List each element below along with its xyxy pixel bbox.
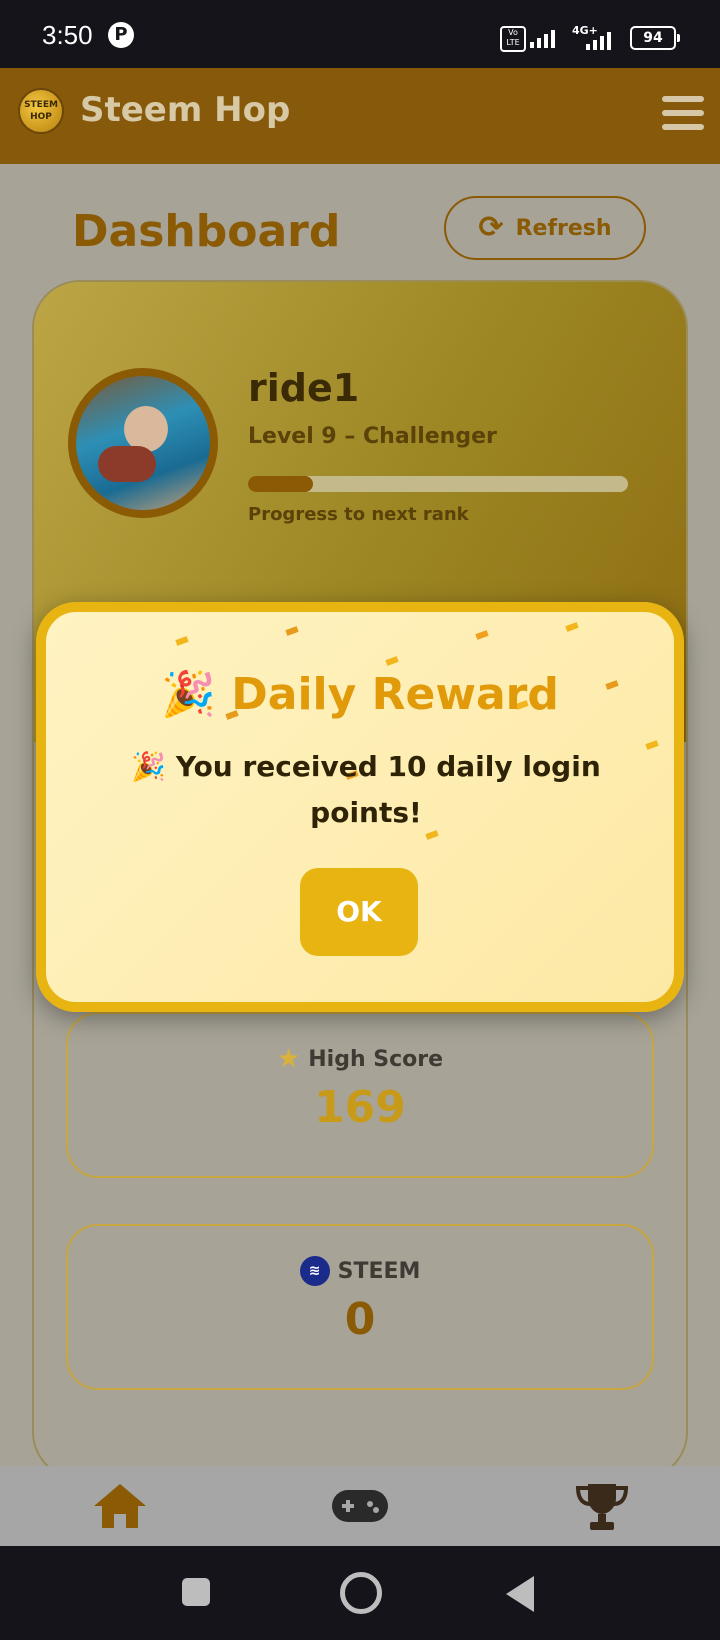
high-score-card: ★ High Score 169: [66, 1012, 654, 1178]
recents-icon[interactable]: [182, 1578, 210, 1606]
modal-message: 🎉 You received 10 daily login points!: [126, 744, 606, 836]
trophy-icon[interactable]: [572, 1480, 632, 1532]
home-icon[interactable]: [90, 1480, 150, 1532]
avatar: [68, 368, 218, 518]
party-popper-icon-small: 🎉: [131, 750, 167, 783]
rank-progress-bar: [248, 476, 628, 492]
steem-icon: ≋: [299, 1256, 330, 1286]
username: ride1: [248, 366, 360, 410]
rank-progress-fill: [248, 476, 313, 492]
app-bar: STEEM HOP Steem Hop: [0, 68, 720, 164]
status-time: 3:50: [42, 20, 93, 50]
star-icon: ★: [276, 1044, 301, 1074]
ok-button[interactable]: OK: [300, 868, 418, 956]
daily-reward-modal: 🎉 Daily Reward 🎉 You received 10 daily l…: [36, 602, 684, 1012]
volte-icon: Vo LTE: [500, 26, 526, 52]
steem-label: STEEM: [337, 1258, 421, 1284]
modal-message-text: You received 10 daily login points!: [175, 750, 601, 829]
modal-title-text: Daily Reward: [231, 669, 559, 720]
refresh-icon: ⟳: [478, 210, 504, 245]
bottom-nav: [0, 1466, 720, 1546]
app-logo[interactable]: STEEM HOP: [18, 88, 64, 134]
refresh-label: Refresh: [515, 215, 612, 241]
app-title: Steem Hop: [80, 90, 291, 130]
system-nav-bar: [0, 1546, 720, 1640]
menu-icon[interactable]: [662, 96, 704, 134]
pinterest-icon: P: [108, 22, 134, 48]
steem-value: 0: [344, 1294, 376, 1345]
progress-label: Progress to next rank: [248, 504, 469, 525]
party-popper-icon: 🎉: [161, 669, 216, 720]
signal-icon-2: [586, 30, 611, 50]
signal-icon: [530, 28, 555, 48]
home-button-icon[interactable]: [340, 1572, 382, 1614]
high-score-label: High Score: [308, 1046, 444, 1072]
page-title: Dashboard: [72, 206, 341, 257]
modal-title: 🎉 Daily Reward: [46, 668, 674, 720]
gamepad-icon[interactable]: [330, 1480, 390, 1532]
level-text: Level 9 – Challenger: [248, 424, 497, 449]
refresh-button[interactable]: ⟳ Refresh: [444, 196, 646, 260]
high-score-value: 169: [314, 1082, 406, 1133]
battery-icon: 94: [630, 26, 680, 50]
status-bar: 3:50 P Vo LTE 4G+ 94: [0, 0, 720, 68]
back-icon[interactable]: [506, 1576, 534, 1612]
steem-card: ≋ STEEM 0: [66, 1224, 654, 1390]
